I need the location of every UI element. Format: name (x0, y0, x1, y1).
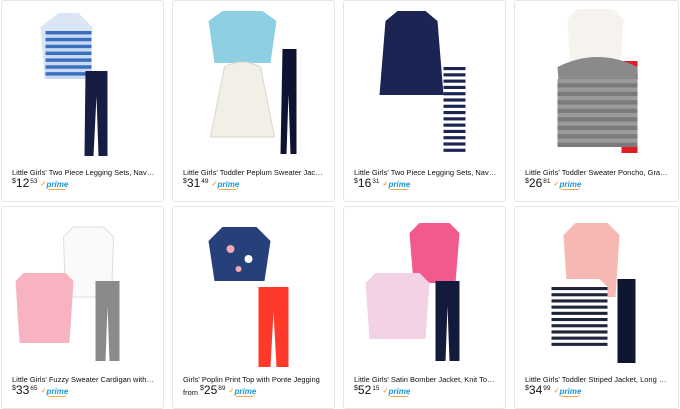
price-dollars: 26 (528, 176, 543, 190)
price-line: from$2589prime (183, 384, 256, 398)
navy-top-striped-legging-icon (379, 11, 466, 155)
price-line: $3149prime (183, 177, 239, 191)
price-dollars: 12 (15, 176, 30, 190)
product-title[interactable]: Little Girls' Two Piece Legging Sets, Na… (354, 168, 497, 177)
sweater-jacket-set-icon (208, 11, 297, 154)
price-line: $1253prime (12, 177, 68, 191)
prime-badge: prime (229, 387, 256, 397)
price-line: $3499prime (525, 384, 581, 398)
fuzzy-cardigan-set-icon (15, 226, 120, 361)
price-cents: 15 (372, 385, 380, 392)
price-cents: 53 (30, 178, 38, 185)
product-card[interactable]: Girls' Poplin Print Top with Ponte Jeggi… (172, 206, 335, 409)
sweater-poncho-set-icon (557, 9, 638, 153)
tank-top-legging-set-icon (40, 13, 108, 156)
prime-badge: prime (554, 387, 581, 397)
prime-badge: prime (212, 180, 239, 190)
product-title[interactable]: Little Girls' Two Piece Legging Sets, Na… (12, 168, 155, 177)
price-line: $3365prime (12, 384, 68, 398)
price-dollars: 31 (186, 176, 201, 190)
price-cents: 89 (218, 385, 226, 392)
striped-jacket-set-icon (547, 223, 636, 363)
product-card[interactable]: Little Girls' Satin Bomber Jacket, Knit … (343, 206, 506, 409)
product-card[interactable]: Little Girls' Toddler Striped Jacket, Lo… (514, 206, 679, 409)
prime-badge: prime (554, 180, 581, 190)
product-title[interactable]: Little Girls' Satin Bomber Jacket, Knit … (354, 375, 497, 384)
price-line: $2681prime (525, 177, 581, 191)
price-dollars: 25 (203, 383, 218, 397)
prime-badge: prime (383, 387, 410, 397)
product-image[interactable] (344, 207, 505, 361)
product-card[interactable]: Little Girls' Toddler Peplum Sweater Jac… (172, 0, 335, 202)
price-cents: 81 (543, 178, 551, 185)
product-title[interactable]: Little Girls' Toddler Sweater Poncho, Gr… (525, 168, 670, 177)
product-card[interactable]: Little Girls' Toddler Sweater Poncho, Gr… (514, 0, 679, 202)
prime-badge: prime (383, 180, 410, 190)
price-cents: 99 (543, 385, 551, 392)
price-line: $1631prime (354, 177, 410, 191)
product-card[interactable]: Little Girls' Two Piece Legging Sets, Na… (343, 0, 506, 202)
price-dollars: 33 (15, 383, 30, 397)
price-cents: 49 (201, 178, 209, 185)
product-image[interactable] (173, 1, 334, 154)
product-title[interactable]: Little Girls' Toddler Peplum Sweater Jac… (183, 168, 326, 177)
prime-badge: prime (41, 387, 68, 397)
poplin-top-jegging-icon (208, 227, 289, 367)
product-card[interactable]: Little Girls' Two Piece Legging Sets, Na… (1, 0, 164, 202)
product-image[interactable] (2, 207, 163, 361)
price-dollars: 52 (357, 383, 372, 397)
product-image[interactable] (515, 1, 678, 153)
product-image[interactable] (515, 207, 678, 363)
product-grid: Little Girls' Two Piece Legging Sets, Na… (0, 0, 680, 409)
product-title[interactable]: Little Girls' Fuzzy Sweater Cardigan wit… (12, 375, 155, 384)
product-image[interactable] (173, 207, 334, 367)
product-image[interactable] (344, 1, 505, 155)
from-label: from (183, 388, 198, 397)
product-image[interactable] (2, 1, 163, 156)
product-card[interactable]: Little Girls' Fuzzy Sweater Cardigan wit… (1, 206, 164, 409)
price-cents: 65 (30, 385, 38, 392)
prime-badge: prime (41, 180, 68, 190)
price-dollars: 34 (528, 383, 543, 397)
price-dollars: 16 (357, 176, 372, 190)
price-line: $5215prime (354, 384, 410, 398)
bomber-jacket-set-icon (365, 223, 460, 361)
price-cents: 31 (372, 178, 380, 185)
product-title[interactable]: Little Girls' Toddler Striped Jacket, Lo… (525, 375, 670, 384)
